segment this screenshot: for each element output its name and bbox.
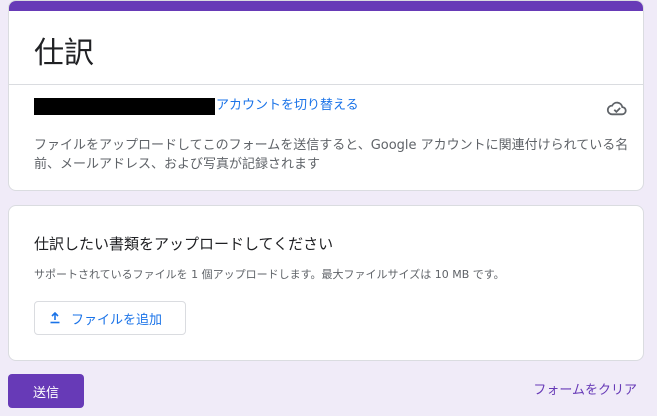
divider bbox=[9, 84, 643, 85]
account-notice: ファイルをアップロードしてこのフォームを送信すると、Google アカウントに関… bbox=[34, 138, 629, 172]
redacted-email bbox=[34, 98, 215, 115]
accent-bar bbox=[9, 1, 643, 11]
switch-account-link[interactable]: アカウントを切り替える bbox=[216, 97, 359, 115]
submit-button[interactable]: 送信 bbox=[8, 374, 84, 408]
add-file-button[interactable]: ファイルを追加 bbox=[34, 301, 186, 335]
upload-icon bbox=[50, 312, 60, 324]
clear-form-link[interactable]: フォームをクリア bbox=[533, 382, 637, 400]
cloud-check-icon bbox=[606, 101, 627, 116]
add-file-label: ファイルを追加 bbox=[71, 312, 163, 328]
form-title: 仕訳 bbox=[34, 36, 94, 71]
question-description: サポートされているファイルを 1 個アップロードします。最大ファイルサイズは 1… bbox=[34, 268, 505, 281]
form-header-card: 仕訳 アカウントを切り替える ファイルをアップロードしてこのフォームを送信すると… bbox=[8, 0, 644, 191]
upload-question-card: 仕訳したい書類をアップロードしてください サポートされているファイルを 1 個ア… bbox=[8, 205, 644, 361]
question-title: 仕訳したい書類をアップロードしてください bbox=[34, 235, 334, 253]
